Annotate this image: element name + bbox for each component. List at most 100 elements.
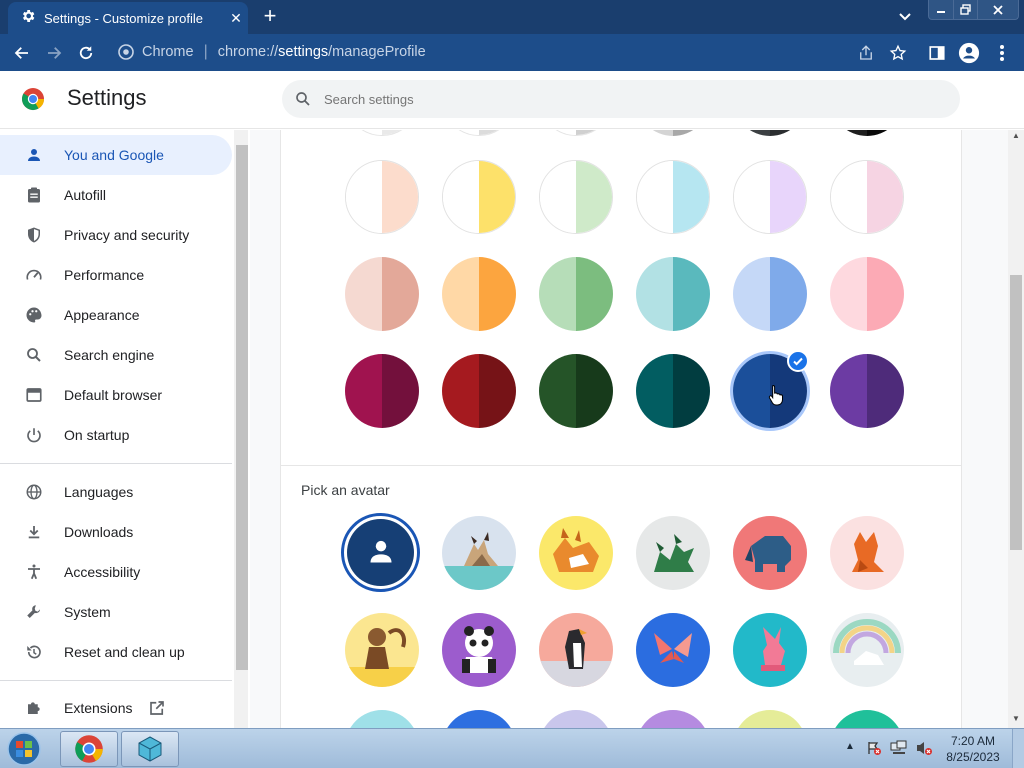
taskbar-chrome-button[interactable] bbox=[60, 731, 118, 767]
globe-icon bbox=[23, 481, 45, 503]
sidebar-item-on-startup[interactable]: On startup bbox=[0, 415, 232, 455]
network-icon[interactable] bbox=[890, 740, 908, 761]
volume-muted-icon[interactable] bbox=[915, 740, 933, 761]
avatar-section-heading: Pick an avatar bbox=[301, 482, 390, 498]
color-swatch[interactable] bbox=[636, 160, 710, 234]
profile-avatar-icon[interactable] bbox=[956, 40, 982, 66]
palette-icon bbox=[23, 304, 45, 326]
color-swatch[interactable] bbox=[733, 257, 807, 331]
more-menu-icon[interactable] bbox=[989, 40, 1015, 66]
color-swatch[interactable] bbox=[733, 160, 807, 234]
scroll-up-arrow-icon[interactable]: ▲ bbox=[1010, 131, 1022, 143]
taskbar-app-button[interactable] bbox=[121, 731, 179, 767]
side-panel-icon[interactable] bbox=[924, 40, 950, 66]
color-swatch[interactable] bbox=[539, 257, 613, 331]
back-arrow-icon[interactable] bbox=[9, 40, 35, 66]
main-scrollbar-thumb[interactable] bbox=[1010, 275, 1022, 550]
close-tab-icon[interactable]: ✕ bbox=[224, 10, 248, 27]
avatar-butterfly[interactable] bbox=[636, 613, 710, 687]
search-icon bbox=[23, 344, 45, 366]
sidebar-item-you-and-google[interactable]: You and Google bbox=[0, 135, 232, 175]
color-swatch[interactable] bbox=[733, 130, 807, 136]
omnibox-separator: | bbox=[203, 43, 208, 60]
person-icon bbox=[23, 144, 45, 166]
action-center-flag-icon[interactable] bbox=[866, 740, 882, 761]
sidebar-item-extensions[interactable]: Extensions bbox=[0, 688, 232, 728]
bookmark-star-icon[interactable] bbox=[885, 40, 911, 66]
avatar-panda[interactable] bbox=[442, 613, 516, 687]
share-icon[interactable] bbox=[853, 40, 879, 66]
restore-icon bbox=[23, 641, 45, 663]
sidebar-item-appearance[interactable]: Appearance bbox=[0, 295, 232, 335]
color-swatch[interactable] bbox=[830, 160, 904, 234]
sidebar-item-system[interactable]: System bbox=[0, 592, 232, 632]
sidebar-divider bbox=[0, 463, 232, 464]
color-swatch[interactable] bbox=[442, 160, 516, 234]
color-swatch[interactable] bbox=[830, 257, 904, 331]
sidebar-item-label: System bbox=[64, 604, 111, 620]
penguin-avatar-icon bbox=[539, 629, 613, 687]
tab-title: Settings - Customize profile bbox=[44, 10, 203, 26]
forward-arrow-icon[interactable] bbox=[41, 40, 67, 66]
color-swatch[interactable] bbox=[345, 257, 419, 331]
color-swatch[interactable] bbox=[636, 354, 710, 428]
sidebar-item-label: Default browser bbox=[64, 387, 163, 403]
sidebar-item-search-engine[interactable]: Search engine bbox=[0, 335, 232, 375]
color-swatch[interactable] bbox=[345, 160, 419, 234]
avatar-rabbit[interactable] bbox=[733, 613, 807, 687]
show-hidden-icons-button[interactable]: ▲ bbox=[845, 741, 855, 752]
color-swatch[interactable] bbox=[830, 130, 904, 136]
sidebar-item-performance[interactable]: Performance bbox=[0, 255, 232, 295]
restore-button[interactable] bbox=[953, 0, 978, 20]
search-icon bbox=[294, 90, 312, 108]
avatar-penguin[interactable] bbox=[539, 613, 613, 687]
color-swatch[interactable] bbox=[442, 257, 516, 331]
avatar-cat[interactable] bbox=[442, 516, 516, 590]
avatar-dragon[interactable] bbox=[636, 516, 710, 590]
search-settings-box[interactable] bbox=[282, 80, 960, 118]
search-input[interactable] bbox=[324, 91, 924, 107]
start-button[interactable] bbox=[4, 731, 48, 767]
selected-check-icon bbox=[787, 350, 809, 372]
sidebar-item-accessibility[interactable]: Accessibility bbox=[0, 552, 232, 592]
avatar-fox[interactable] bbox=[830, 516, 904, 590]
color-swatch[interactable] bbox=[539, 160, 613, 234]
sidebar-item-downloads[interactable]: Downloads bbox=[0, 512, 232, 552]
sidebar-item-autofill[interactable]: Autofill bbox=[0, 175, 232, 215]
close-window-button[interactable] bbox=[977, 0, 1019, 20]
sidebar-item-languages[interactable]: Languages bbox=[0, 472, 232, 512]
scroll-down-arrow-icon[interactable]: ▼ bbox=[1010, 714, 1022, 726]
color-swatch[interactable] bbox=[442, 354, 516, 428]
puzzle-icon bbox=[23, 697, 45, 719]
new-tab-button[interactable]: + bbox=[258, 4, 282, 28]
windows-taskbar: ▲ 7:20 AM 8/25/2023 bbox=[0, 728, 1024, 768]
color-swatch[interactable] bbox=[830, 354, 904, 428]
sidebar-item-label: Accessibility bbox=[64, 564, 141, 580]
show-desktop-button[interactable] bbox=[1012, 729, 1024, 768]
sidebar-item-privacy[interactable]: Privacy and security bbox=[0, 215, 232, 255]
panda-avatar-icon bbox=[462, 626, 496, 673]
color-swatch[interactable] bbox=[345, 354, 419, 428]
sidebar-item-reset[interactable]: Reset and clean up bbox=[0, 632, 232, 672]
dragon-avatar-icon bbox=[654, 534, 694, 572]
avatar-default-person[interactable] bbox=[341, 513, 420, 592]
color-swatch[interactable] bbox=[539, 354, 613, 428]
minimize-button[interactable] bbox=[928, 0, 954, 20]
browser-tab[interactable]: Settings - Customize profile ✕ bbox=[8, 2, 248, 34]
sidebar-item-label: You and Google bbox=[64, 147, 164, 163]
system-clock[interactable]: 7:20 AM 8/25/2023 bbox=[942, 733, 1004, 765]
unicorn-avatar-icon bbox=[833, 619, 901, 665]
color-swatch[interactable] bbox=[636, 130, 710, 136]
chrome-logo-icon bbox=[21, 87, 45, 116]
avatar-monkey[interactable] bbox=[345, 613, 419, 687]
color-swatch[interactable] bbox=[636, 257, 710, 331]
address-bar[interactable]: Chrome | chrome://settings/manageProfile bbox=[108, 36, 922, 68]
avatar-unicorn[interactable] bbox=[830, 613, 904, 687]
sidebar-item-default-browser[interactable]: Default browser bbox=[0, 375, 232, 415]
cat-avatar-icon bbox=[442, 532, 516, 590]
sidebar-scrollbar-thumb[interactable] bbox=[236, 145, 248, 670]
chevron-down-icon[interactable] bbox=[893, 6, 917, 28]
reload-icon[interactable] bbox=[73, 40, 99, 66]
avatar-corgi[interactable] bbox=[539, 516, 613, 590]
avatar-elephant[interactable] bbox=[733, 516, 807, 590]
